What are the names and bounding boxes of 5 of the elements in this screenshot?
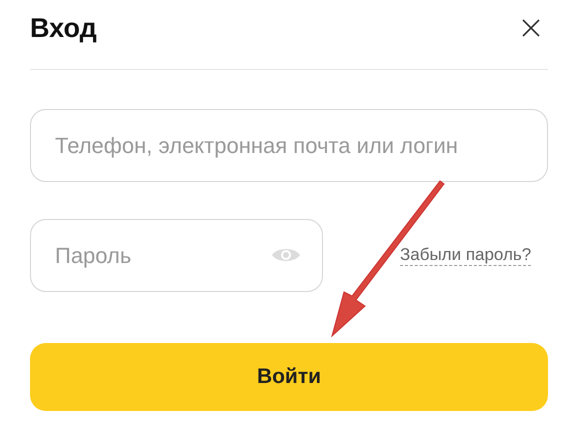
forgot-password-link[interactable]: Забыли пароль?	[400, 245, 532, 266]
login-field[interactable]: Телефон, электронная почта или логин	[30, 109, 548, 182]
password-field[interactable]: Пароль	[30, 219, 323, 292]
login-button[interactable]: Войти	[30, 343, 548, 411]
dialog-title: Вход	[30, 12, 97, 45]
